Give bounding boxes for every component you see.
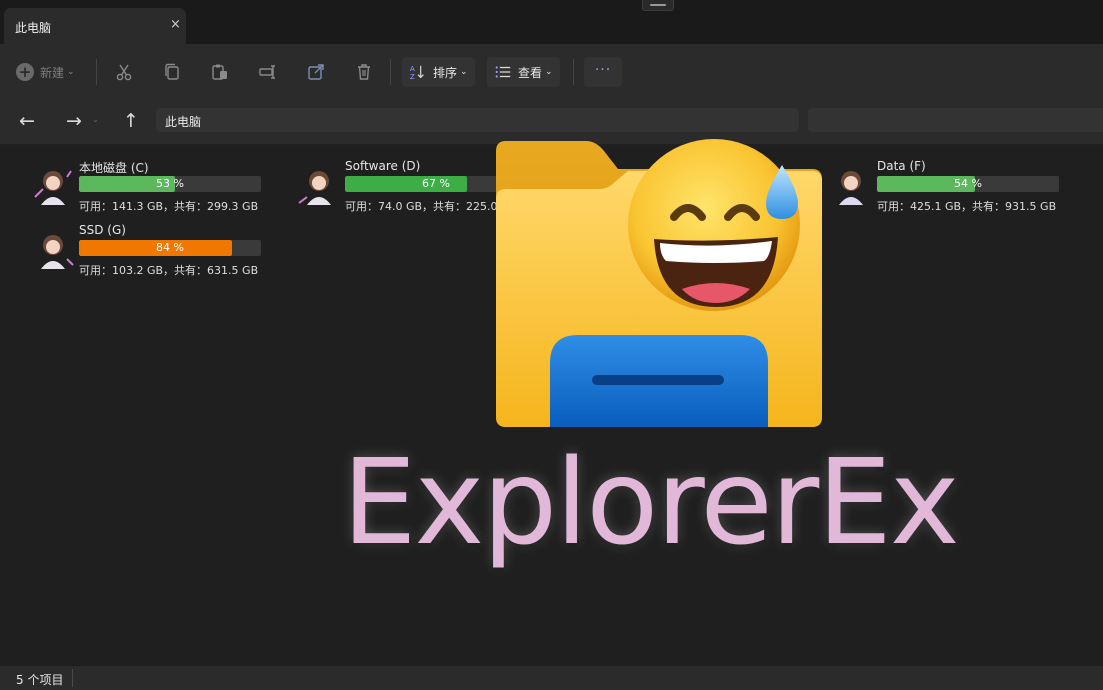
tab-label: 此电脑 (15, 21, 52, 35)
svg-text:Z: Z (410, 72, 415, 81)
status-bar: 5 个项目 (0, 666, 1103, 690)
drive-capacity: 可用：103.2 GB，共有：631.5 GB (79, 264, 259, 277)
cut-button[interactable] (110, 57, 138, 87)
delete-button[interactable] (350, 57, 378, 87)
drive-capacity: 可用：425.1 GB，共有：931.5 GB (877, 200, 1057, 213)
address-path: 此电脑 (165, 115, 202, 129)
drive-item-c[interactable]: 本地磁盘 (C) 53 % 可用：141.3 GB，共有：299.3 GB (31, 159, 281, 215)
drive-capacity: 可用：141.3 GB，共有：299.3 GB (79, 200, 259, 213)
toolbar-divider (390, 59, 391, 85)
drive-name: SSD (G) (79, 223, 126, 237)
share-button[interactable] (302, 57, 330, 87)
drive-avatar-icon (298, 171, 331, 205)
new-button[interactable]: + 新建 ⌄ (12, 57, 84, 87)
search-box[interactable] (808, 108, 1103, 132)
sort-icon: AZ (410, 64, 424, 81)
forward-button[interactable]: → (61, 108, 87, 134)
close-tab-icon[interactable]: × (170, 17, 181, 32)
sort-label: 排序 (433, 65, 458, 80)
view-icon (495, 66, 511, 78)
arrow-right-icon: → (66, 110, 82, 132)
paste-icon (212, 64, 227, 80)
drive-capacity: 可用：74.0 GB，共有：225.0 GB (345, 200, 518, 213)
toolbar-divider (573, 59, 574, 85)
arrow-up-icon: ↑ (123, 110, 139, 132)
usage-percent: 54 % (954, 177, 982, 190)
cut-icon (116, 64, 132, 81)
address-bar[interactable]: 此电脑 (156, 108, 799, 132)
new-label: 新建 (40, 65, 65, 80)
usage-bar: 53 % (79, 176, 261, 192)
drag-handle[interactable] (642, 0, 674, 11)
chevron-down-icon: ⌄ (545, 67, 553, 77)
command-toolbar: + 新建 ⌄ AZ 排序 ⌄ 查看 ⌄ ··· (0, 44, 1103, 98)
sort-dropdown[interactable]: AZ 排序 ⌄ (402, 57, 475, 87)
paste-button[interactable] (206, 57, 234, 87)
rename-button[interactable] (254, 57, 282, 87)
status-divider (72, 669, 73, 687)
back-button[interactable]: ← (14, 108, 40, 134)
item-count: 5 个项目 (16, 673, 64, 687)
explorerex-logo-icon (496, 139, 822, 427)
drive-name: Software (D) (345, 159, 421, 173)
arrow-left-icon: ← (19, 110, 35, 132)
history-chevron-icon[interactable]: ⌄ (92, 115, 99, 124)
usage-percent: 53 % (156, 177, 184, 190)
usage-bar: 84 % (79, 240, 261, 256)
usage-bar: 54 % (877, 176, 1059, 192)
chevron-down-icon: ⌄ (67, 67, 75, 77)
explorer-window: 此电脑 × + 新建 ⌄ AZ 排序 ⌄ 查看 ⌄ ··· ← → ⌄ ↑ 此电… (0, 0, 1103, 690)
overlay-title: ExplorerEx (342, 433, 960, 571)
view-dropdown[interactable]: 查看 ⌄ (487, 57, 560, 87)
rename-icon (259, 65, 275, 79)
drive-item-f[interactable]: Data (F) 54 % 可用：425.1 GB，共有：931.5 GB (829, 159, 1079, 215)
drive-name: Data (F) (877, 159, 926, 173)
copy-button[interactable] (158, 57, 186, 87)
usage-percent: 84 % (156, 241, 184, 254)
toolbar-divider (96, 59, 97, 85)
share-icon (308, 64, 324, 80)
drive-avatar-icon (839, 171, 863, 205)
view-label: 查看 (518, 65, 543, 80)
delete-icon (358, 64, 370, 80)
tab-this-pc[interactable]: 此电脑 × (4, 8, 186, 44)
chevron-down-icon: ⌄ (460, 67, 468, 77)
up-button[interactable]: ↑ (118, 108, 144, 134)
copy-icon (165, 63, 179, 80)
drive-item-g[interactable]: SSD (G) 84 % 可用：103.2 GB，共有：631.5 GB (31, 223, 281, 279)
drive-name: 本地磁盘 (C) (79, 161, 149, 175)
title-bar: 此电脑 × (0, 0, 1103, 44)
plus-icon: + (16, 63, 34, 81)
drive-avatar-icon (41, 235, 74, 269)
more-options-button[interactable]: ··· (584, 57, 622, 87)
drive-avatar-icon (34, 170, 72, 205)
